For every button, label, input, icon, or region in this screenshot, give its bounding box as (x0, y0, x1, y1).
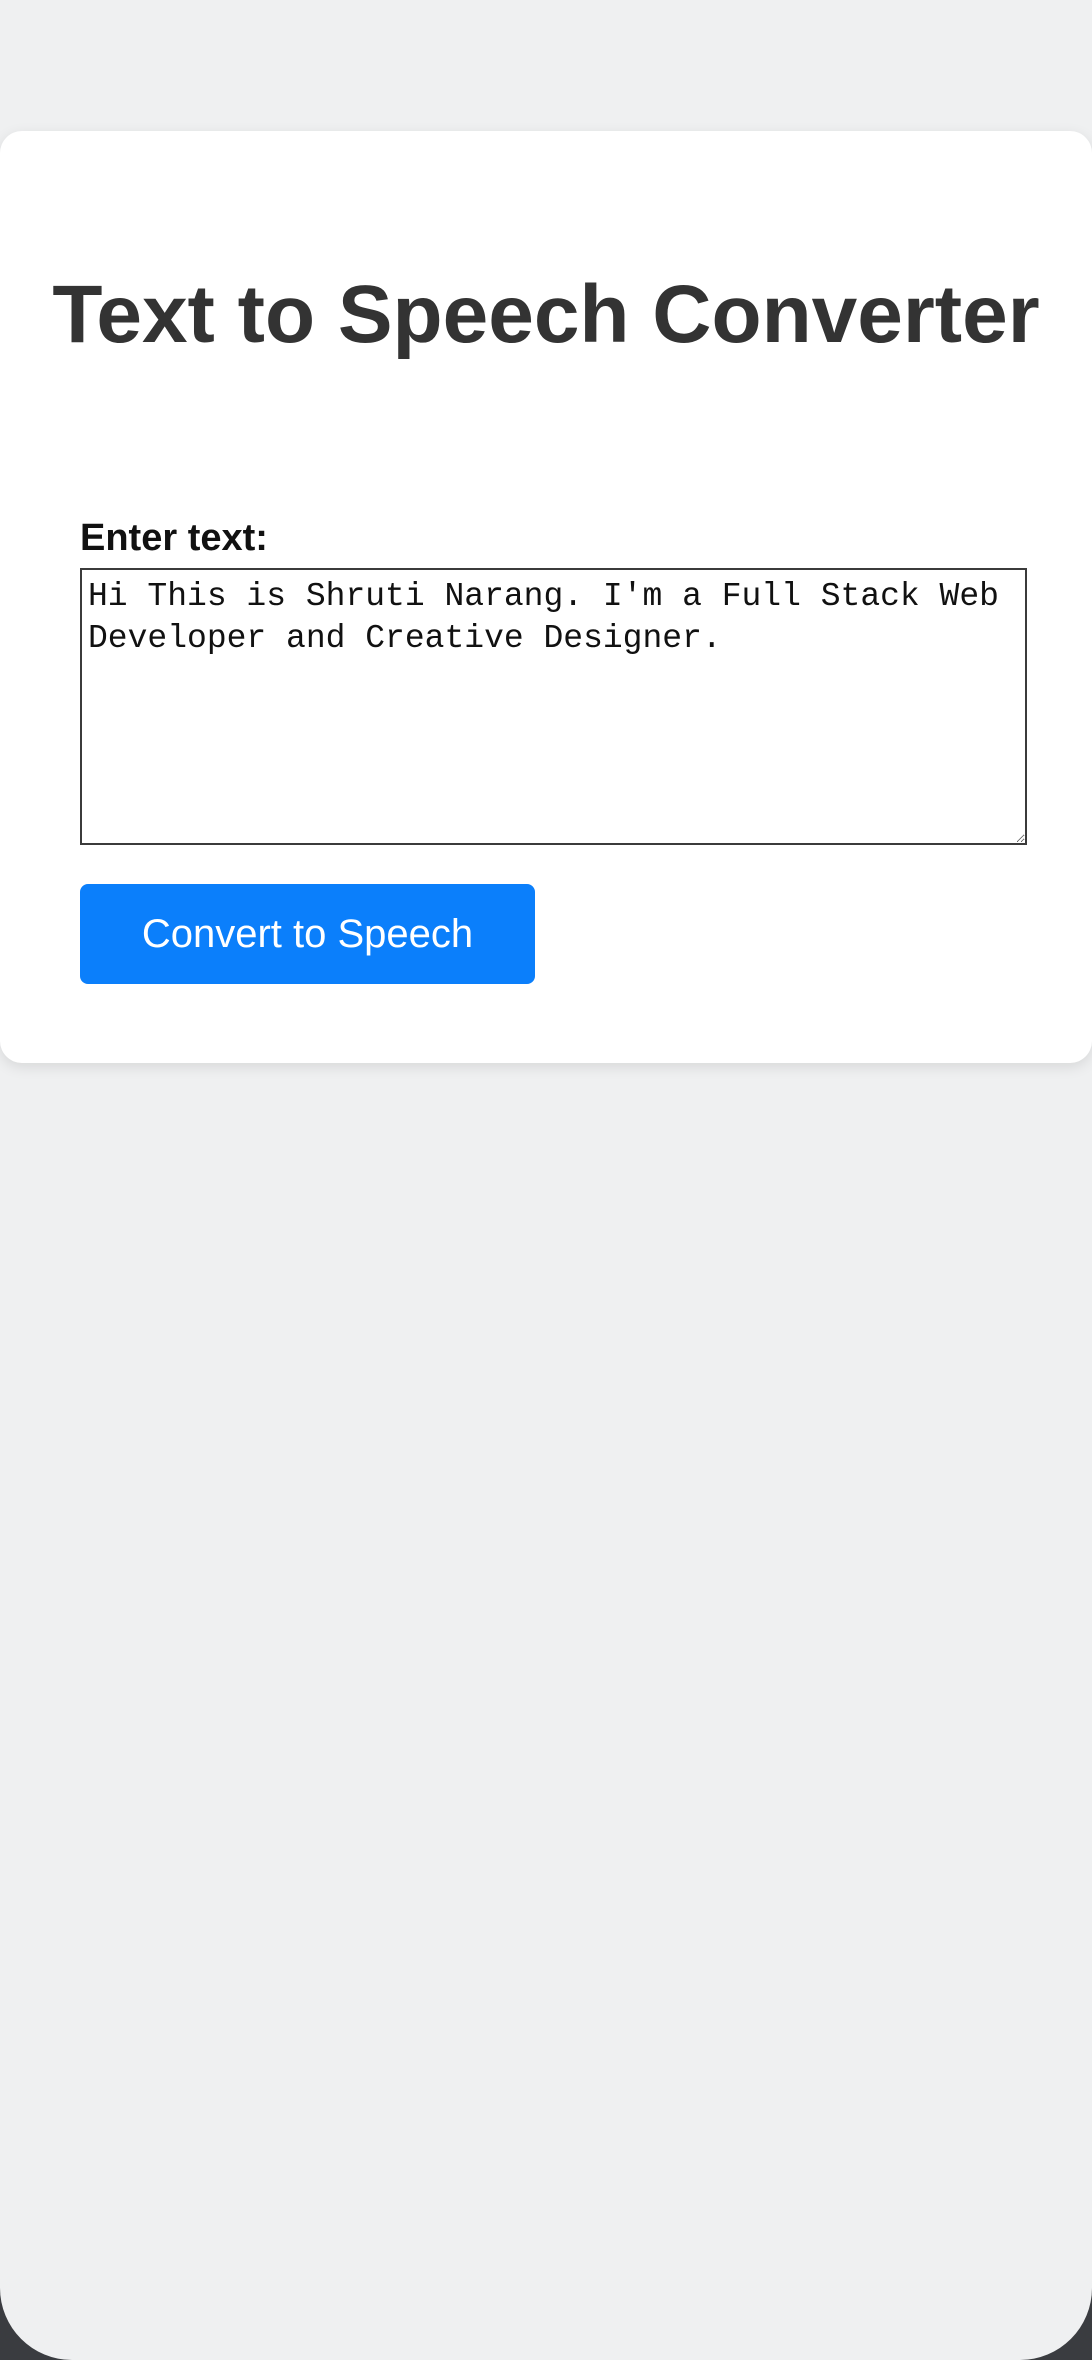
text-input-label: Enter text: (80, 517, 268, 559)
text-input-area[interactable]: Hi This is Shruti Narang. I'm a Full Sta… (80, 568, 1027, 845)
convert-to-speech-button[interactable]: Convert to Speech (80, 884, 535, 984)
app-screen: Text to Speech Converter Enter text: Hi … (0, 0, 1092, 2360)
converter-card: Text to Speech Converter Enter text: Hi … (0, 131, 1092, 1063)
page-title: Text to Speech Converter (52, 269, 1040, 360)
